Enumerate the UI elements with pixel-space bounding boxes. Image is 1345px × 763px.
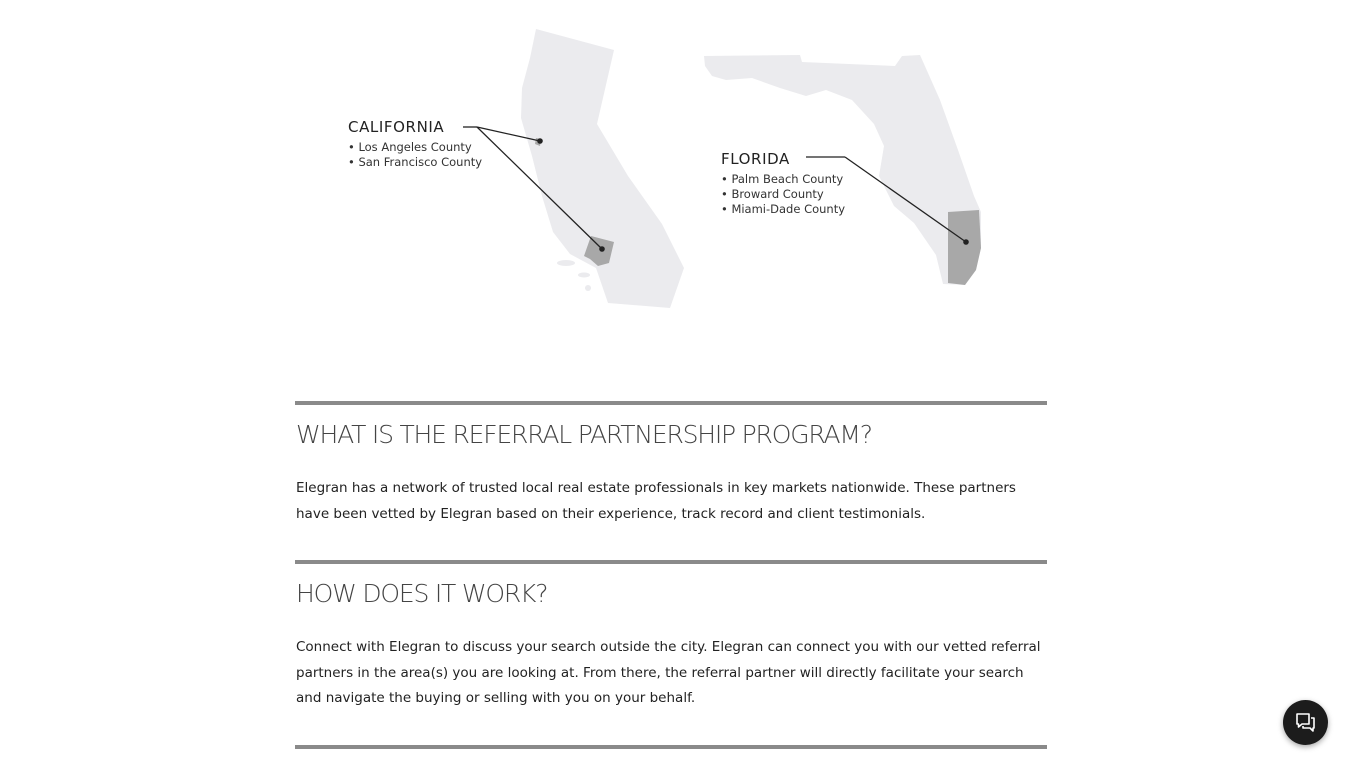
florida-label: FLORIDA • Palm Beach County • Broward Co… (721, 150, 845, 217)
florida-title: FLORIDA (721, 150, 790, 168)
section-divider (295, 560, 1047, 564)
california-label: CALIFORNIA • Los Angeles County • San Fr… (348, 118, 482, 170)
county-item: • Los Angeles County (348, 140, 472, 154)
map-graphic (463, 29, 981, 308)
county-item: • San Francisco County (348, 155, 483, 169)
section-body: Connect with Elegran to discuss your sea… (296, 639, 1041, 706)
section-divider (295, 401, 1047, 405)
county-item: • Miami-Dade County (721, 202, 846, 216)
county-item: • Broward County (721, 187, 824, 201)
south-florida-counties-shape (948, 210, 981, 285)
referral-program-section: WHAT IS THE REFERRAL PARTNERSHIP PROGRAM… (295, 401, 1047, 527)
section-title: HOW DOES IT WORK? (296, 579, 549, 608)
next-section (295, 745, 1047, 749)
section-divider (295, 745, 1047, 749)
how-it-works-section: HOW DOES IT WORK? Connect with Elegran t… (295, 560, 1047, 712)
referral-markets-map: CALIFORNIA • Los Angeles County • San Fr… (0, 0, 1345, 340)
california-state-shape (521, 29, 684, 308)
chat-bubbles-icon (1296, 713, 1315, 732)
chat-button[interactable] (1283, 700, 1328, 745)
california-title: CALIFORNIA (348, 118, 445, 136)
section-title: WHAT IS THE REFERRAL PARTNERSHIP PROGRAM… (296, 420, 873, 449)
section-body: Elegran has a network of trusted local r… (296, 480, 1016, 522)
county-item: • Palm Beach County (721, 172, 844, 186)
